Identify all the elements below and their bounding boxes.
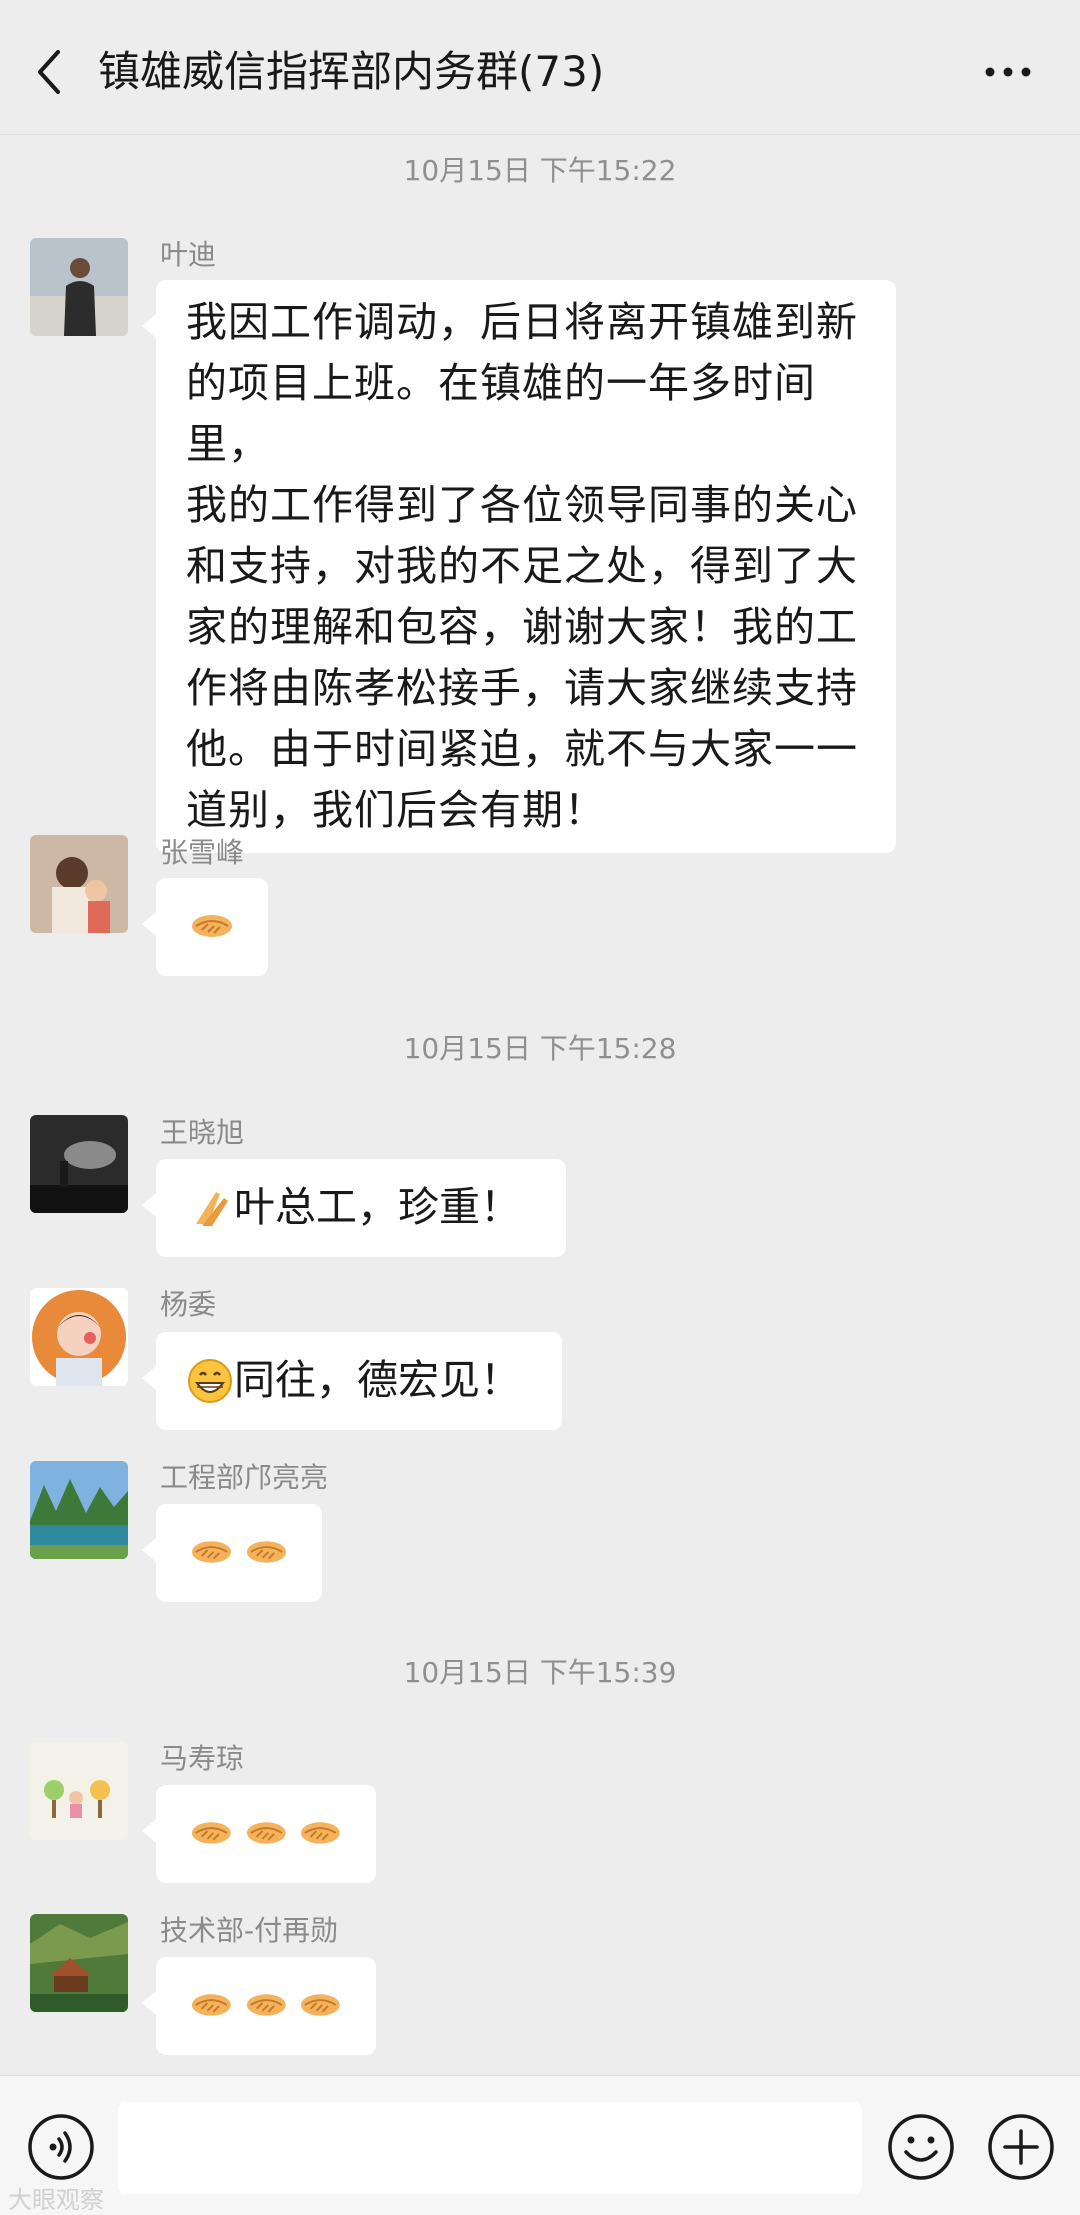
message-bubble[interactable]: 我因工作调动，后日将离开镇雄到新 的项目上班。在镇雄的一年多时间里， 我的工作得… [142,280,896,853]
message-line: 道别，我们后会有期！ [186,786,606,834]
avatar[interactable] [30,835,128,933]
smiley-icon[interactable] [886,2112,956,2182]
handshake-icon [246,1994,286,2016]
input-bar [0,2075,1080,2215]
sender-name: 技术部-付再勋 [160,1914,339,1947]
handshake-icon [246,1822,286,1844]
voice-icon[interactable] [26,2112,96,2182]
watermark: 大眼观察 [8,2186,104,2214]
message-line: 作将由陈孝松接手，请大家继续支持 [186,664,858,712]
message-bubble[interactable] [142,1785,376,1883]
avatar[interactable] [30,1461,128,1559]
message-bubble[interactable]: 同往，德宏见！ [142,1332,562,1430]
more-dots-icon[interactable] [978,52,1038,92]
handshake-icon [246,1541,287,1563]
chat-title: 镇雄威信指挥部内务群(73) [98,47,605,96]
message-text: 同往，德宏见！ [234,1356,521,1404]
sender-name: 叶迪 [160,238,217,271]
sender-name: 马寿琼 [160,1742,245,1775]
avatar[interactable] [30,238,128,336]
sender-name: 王晓旭 [160,1116,245,1149]
message-bubble[interactable] [142,878,268,976]
sender-name: 张雪峰 [160,836,245,869]
chevron-left-icon[interactable] [28,42,72,102]
handshake-icon [192,915,232,937]
message-text: 叶总工，珍重！ [234,1183,521,1231]
message-input[interactable] [118,2102,862,2194]
sender-name: 工程部邝亮亮 [160,1461,329,1494]
avatar[interactable] [30,1914,128,2012]
praying-hands-icon [196,1191,228,1226]
message-line: 和支持，对我的不足之处，得到了大 [186,542,858,590]
message-bubble[interactable] [142,1957,376,2055]
message-bubble[interactable] [142,1504,322,1602]
handshake-icon [191,1822,231,1844]
message-line: 我的工作得到了各位领导同事的关心 [186,481,858,529]
avatar[interactable] [30,1288,128,1386]
message-line: 他。由于时间紧迫，就不与大家一一 [186,725,858,773]
avatar[interactable] [30,1742,128,1840]
handshake-icon [301,1822,341,1844]
message-bubble[interactable]: 叶总工，珍重！ [142,1159,566,1257]
handshake-icon [301,1994,341,2016]
grin-icon [188,1358,232,1403]
message-line: 的项目上班。在镇雄的一年多时间里， [186,359,816,468]
timestamp: 10月15日 下午15:28 [403,1032,677,1065]
plus-circle-icon[interactable] [986,2112,1056,2182]
message-list[interactable]: 10月15日 下午15:22 叶迪 我因工作调动，后日将离开镇雄到新 的项目上班… [0,135,1080,2075]
timestamp: 10月15日 下午15:39 [403,1656,677,1689]
sender-name: 杨委 [160,1288,217,1321]
avatar[interactable] [30,1115,128,1213]
handshake-icon [191,1994,231,2016]
message-line: 家的理解和包容，谢谢大家！我的工 [186,603,858,651]
chat-header: 镇雄威信指挥部内务群(73) [0,0,1080,135]
handshake-icon [191,1541,232,1563]
message-line: 我因工作调动，后日将离开镇雄到新 [186,298,858,346]
timestamp: 10月15日 下午15:22 [403,154,677,187]
